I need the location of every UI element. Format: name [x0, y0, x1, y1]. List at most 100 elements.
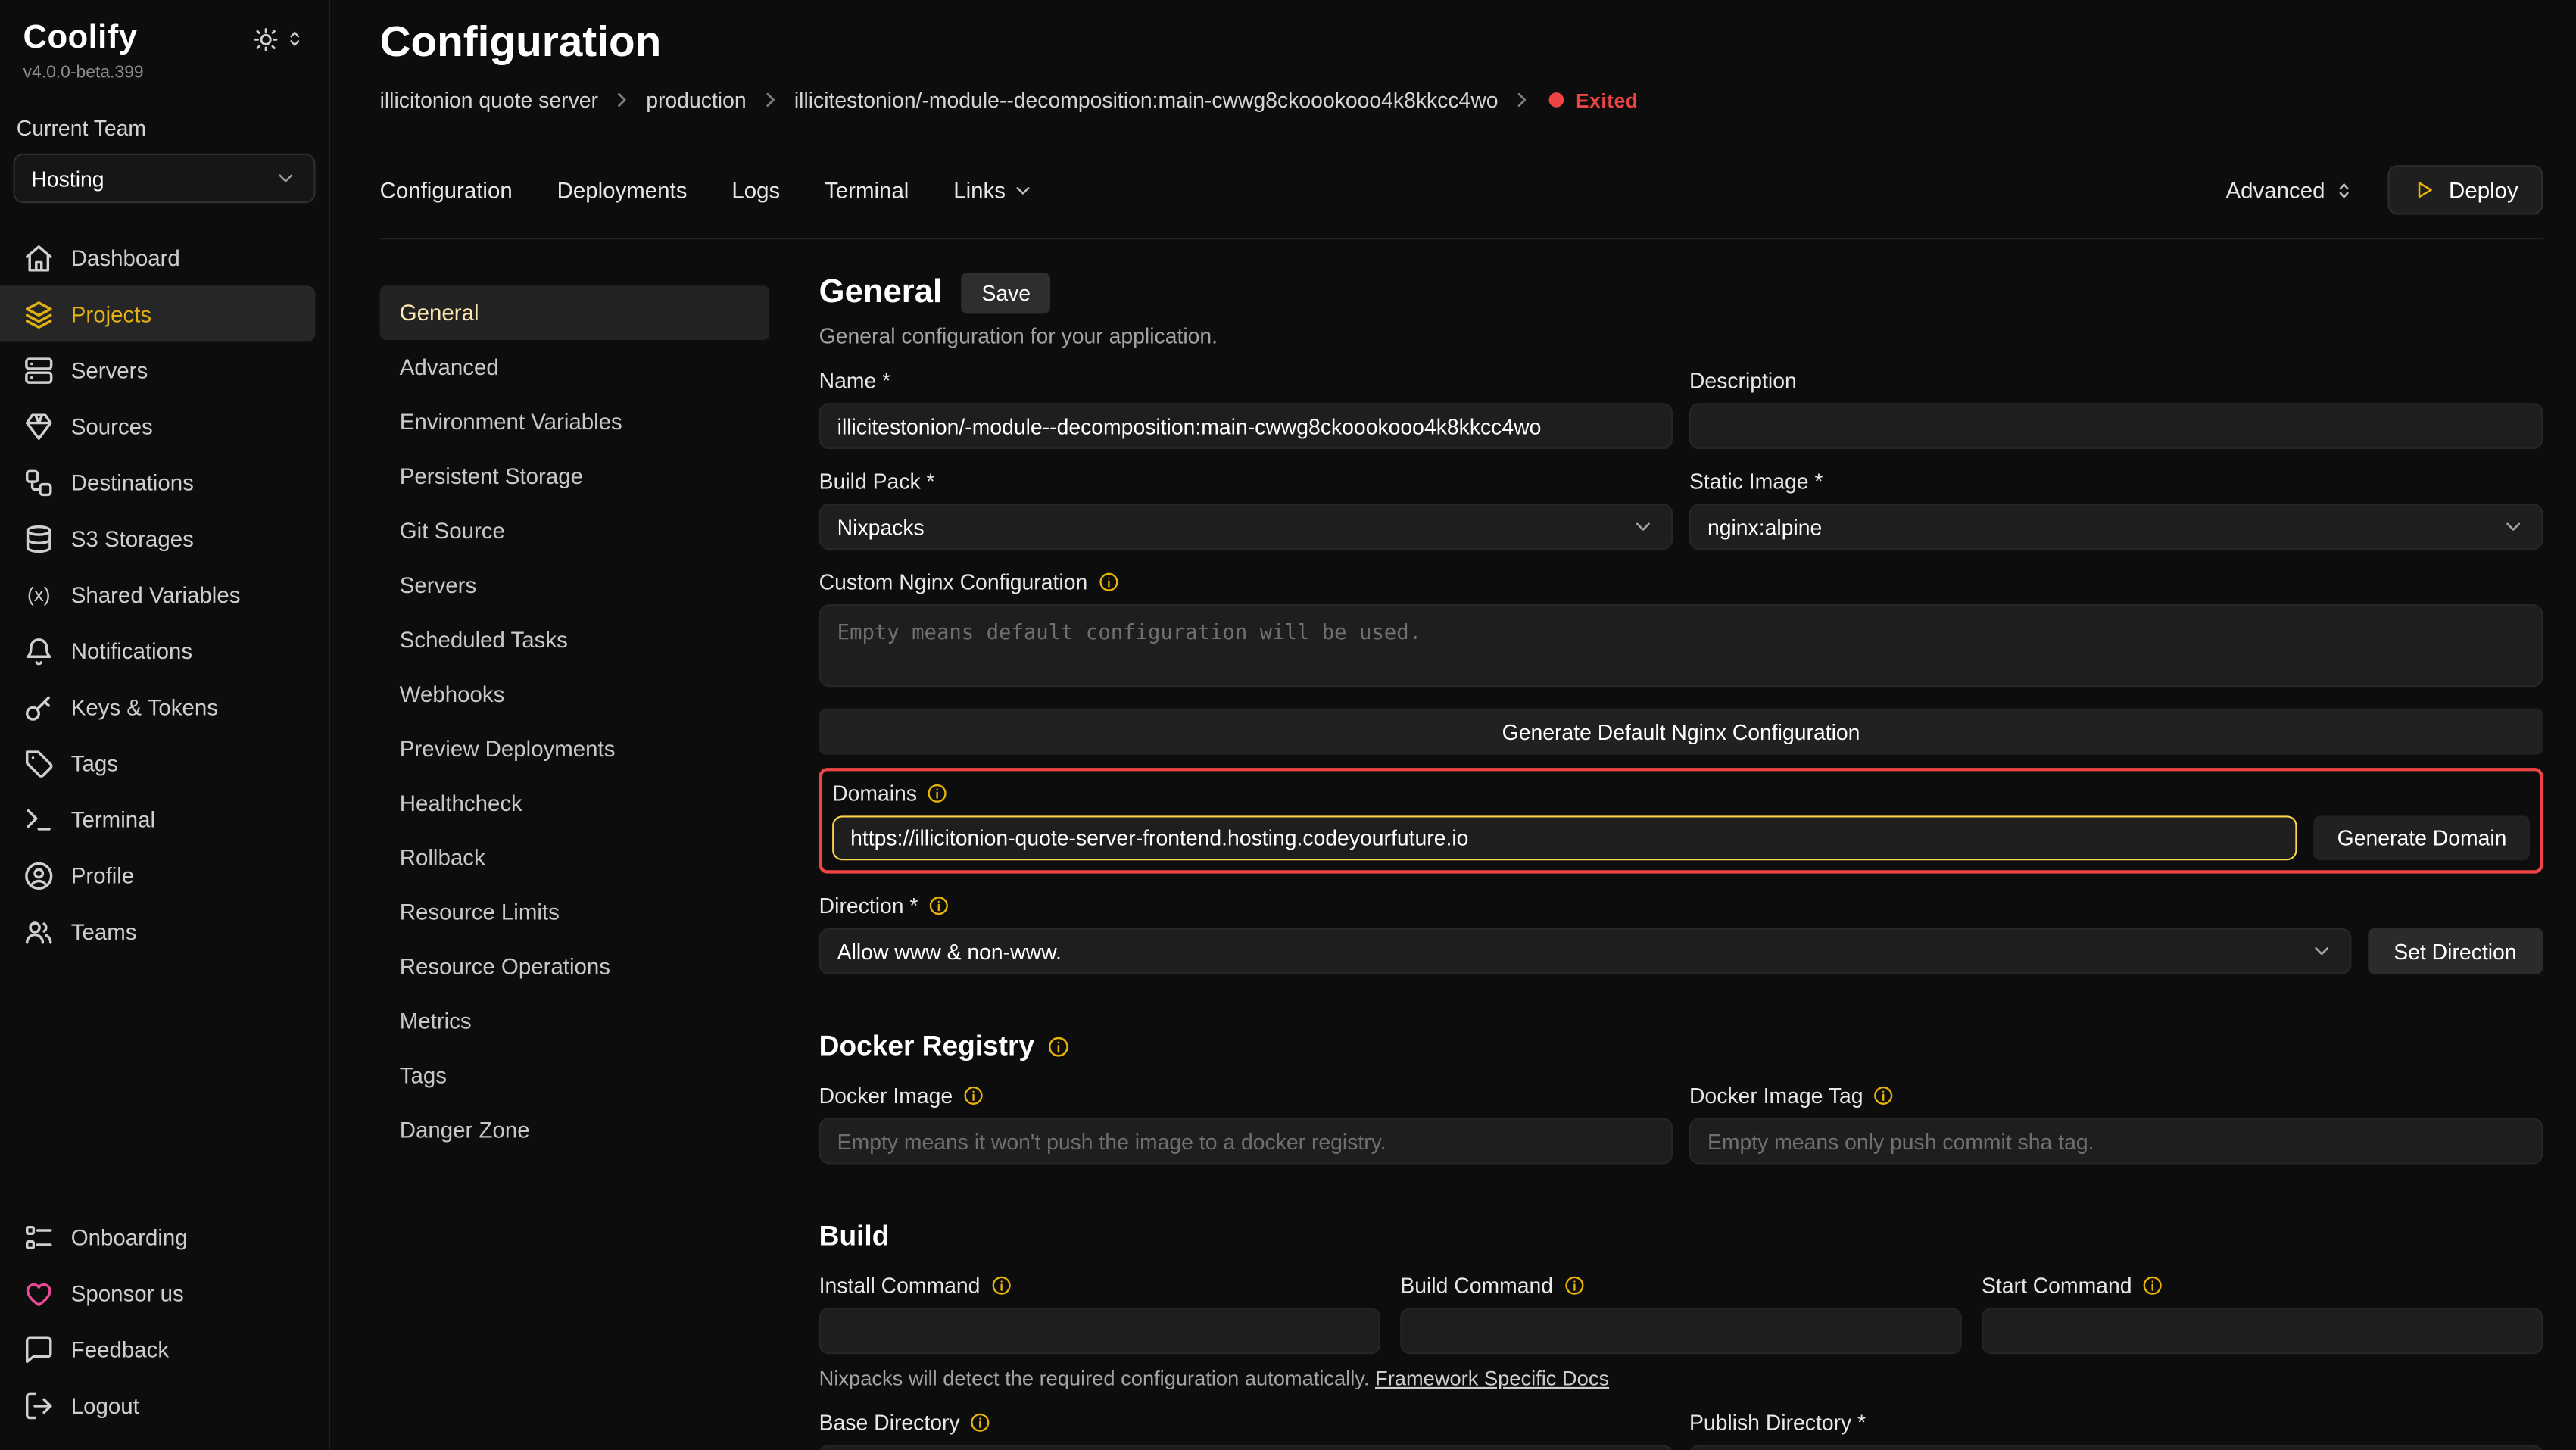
- subnav-healthcheck[interactable]: Healthcheck: [380, 776, 770, 831]
- sidebar-item-terminal[interactable]: Terminal: [0, 791, 316, 847]
- info-icon[interactable]: [1047, 1035, 1071, 1059]
- subnav-resource-limits[interactable]: Resource Limits: [380, 885, 770, 940]
- subnav-danger-zone[interactable]: Danger Zone: [380, 1103, 770, 1158]
- description-label: Description: [1689, 368, 1797, 393]
- subnav-scheduled-tasks[interactable]: Scheduled Tasks: [380, 613, 770, 667]
- info-icon[interactable]: [2142, 1275, 2163, 1296]
- tab-logs[interactable]: Logs: [731, 177, 780, 202]
- domains-highlight-box: Domains Generate Domain: [819, 768, 2543, 874]
- build-command-input[interactable]: [1400, 1308, 1961, 1354]
- sidebar-item-keys-tokens[interactable]: Keys & Tokens: [0, 678, 316, 734]
- subnav-tags[interactable]: Tags: [380, 1049, 770, 1103]
- direction-label: Direction *: [819, 893, 918, 918]
- subnav-general[interactable]: General: [380, 285, 770, 340]
- subnav-resource-operations[interactable]: Resource Operations: [380, 940, 770, 994]
- info-icon[interactable]: [1097, 572, 1118, 593]
- info-icon[interactable]: [962, 1085, 984, 1106]
- sidebar-item-destinations[interactable]: Destinations: [0, 454, 316, 510]
- sun-theme-icon[interactable]: [253, 26, 279, 52]
- advanced-toggle[interactable]: Advanced: [2226, 177, 2355, 202]
- subnav-metrics[interactable]: Metrics: [380, 994, 770, 1049]
- sidebar-item-onboarding[interactable]: Onboarding: [0, 1208, 316, 1264]
- subnav-environment-variables[interactable]: Environment Variables: [380, 394, 770, 449]
- subnav-rollback[interactable]: Rollback: [380, 831, 770, 885]
- tab-deployments[interactable]: Deployments: [557, 177, 688, 202]
- sidebar-item-projects[interactable]: Projects: [0, 285, 316, 341]
- subnav-servers[interactable]: Servers: [380, 558, 770, 613]
- build-command-label: Build Command: [1400, 1273, 1553, 1298]
- coolify-app: Coolify v4.0.0-beta.399 Current Team Hos…: [0, 0, 2576, 1450]
- info-icon[interactable]: [1563, 1275, 1584, 1296]
- static-image-select[interactable]: nginx:alpine: [1689, 504, 2543, 550]
- general-form: General Save General configuration for y…: [819, 273, 2543, 1450]
- deploy-button[interactable]: Deploy: [2387, 165, 2543, 214]
- breadcrumb-application[interactable]: illicitestonion/-module--decomposition:m…: [794, 88, 1499, 113]
- subnav-persistent-storage[interactable]: Persistent Storage: [380, 449, 770, 504]
- save-button[interactable]: Save: [962, 273, 1050, 314]
- sidebar-item-label: Logout: [71, 1393, 139, 1418]
- sidebar-item-sources[interactable]: Sources: [0, 398, 316, 454]
- sidebar-item-dashboard[interactable]: Dashboard: [0, 229, 316, 285]
- sidebar-item-label: Sources: [71, 413, 153, 438]
- start-command-input[interactable]: [1982, 1308, 2543, 1354]
- sidebar-item-label: Shared Variables: [71, 582, 241, 607]
- tab-terminal[interactable]: Terminal: [825, 177, 909, 202]
- deploy-label: Deploy: [2449, 177, 2518, 202]
- main-content: Configuration illicitonion quote server …: [330, 0, 2576, 1450]
- status-dot-icon: [1549, 92, 1564, 108]
- sidebar-item-label: Terminal: [71, 806, 155, 831]
- docker-image-tag-input[interactable]: [1689, 1118, 2543, 1164]
- users-icon: [23, 915, 55, 946]
- nginx-config-textarea[interactable]: [819, 604, 2543, 687]
- sidebar-item-servers[interactable]: Servers: [0, 341, 316, 398]
- direction-select[interactable]: Allow www & non-www.: [819, 928, 2351, 974]
- sidebar-item-shared-variables[interactable]: (x) Shared Variables: [0, 566, 316, 622]
- sidebar-item-s3-storages[interactable]: S3 Storages: [0, 510, 316, 566]
- sidebar-footer-nav: Onboarding Sponsor us Feedback Logout: [0, 1208, 329, 1449]
- braces-x-icon: (x): [23, 583, 55, 607]
- info-icon[interactable]: [970, 1412, 991, 1433]
- subnav-advanced[interactable]: Advanced: [380, 340, 770, 394]
- status-text: Exited: [1576, 89, 1638, 112]
- nginx-config-label: Custom Nginx Configuration: [819, 569, 1088, 594]
- subnav-preview-deployments[interactable]: Preview Deployments: [380, 722, 770, 776]
- name-input[interactable]: [819, 403, 1673, 449]
- breadcrumb-project[interactable]: illicitonion quote server: [380, 88, 598, 113]
- chevrons-up-down-icon[interactable]: [284, 28, 305, 49]
- domains-input[interactable]: [832, 815, 2297, 860]
- sidebar-item-notifications[interactable]: Notifications: [0, 622, 316, 678]
- tab-links[interactable]: Links: [953, 177, 1034, 202]
- description-input[interactable]: [1689, 403, 2543, 449]
- generate-nginx-button[interactable]: Generate Default Nginx Configuration: [819, 709, 2543, 755]
- build-pack-select[interactable]: Nixpacks: [819, 504, 1673, 550]
- chevron-right-icon: [611, 89, 632, 111]
- docker-image-tag-label: Docker Image Tag: [1689, 1084, 1863, 1109]
- info-icon[interactable]: [990, 1275, 1011, 1296]
- build-pack-value: Nixpacks: [837, 514, 925, 539]
- sidebar-item-label: Tags: [71, 750, 118, 775]
- info-icon[interactable]: [928, 895, 950, 916]
- brand-logo[interactable]: Coolify: [23, 20, 138, 58]
- subnav-git-source[interactable]: Git Source: [380, 504, 770, 558]
- sidebar-item-feedback[interactable]: Feedback: [0, 1321, 316, 1377]
- info-icon[interactable]: [1873, 1085, 1895, 1106]
- set-direction-button[interactable]: Set Direction: [2367, 928, 2543, 974]
- sidebar-item-label: S3 Storages: [71, 526, 194, 551]
- sidebar-item-logout[interactable]: Logout: [0, 1377, 316, 1433]
- tab-configuration[interactable]: Configuration: [380, 177, 513, 202]
- framework-docs-link[interactable]: Framework Specific Docs: [1375, 1367, 1609, 1391]
- sidebar-item-sponsor[interactable]: Sponsor us: [0, 1264, 316, 1321]
- sidebar-item-tags[interactable]: Tags: [0, 734, 316, 790]
- docker-image-input[interactable]: [819, 1118, 1673, 1164]
- install-command-input[interactable]: [819, 1308, 1380, 1354]
- breadcrumb-environment[interactable]: production: [646, 88, 746, 113]
- sidebar-item-profile[interactable]: Profile: [0, 847, 316, 903]
- info-icon[interactable]: [927, 783, 948, 804]
- message-icon: [23, 1333, 55, 1364]
- generate-domain-button[interactable]: Generate Domain: [2314, 815, 2530, 860]
- name-label: Name *: [819, 368, 891, 393]
- team-select[interactable]: Hosting: [13, 154, 315, 203]
- workflow-icon: [23, 466, 55, 497]
- subnav-webhooks[interactable]: Webhooks: [380, 667, 770, 722]
- sidebar-item-teams[interactable]: Teams: [0, 903, 316, 959]
